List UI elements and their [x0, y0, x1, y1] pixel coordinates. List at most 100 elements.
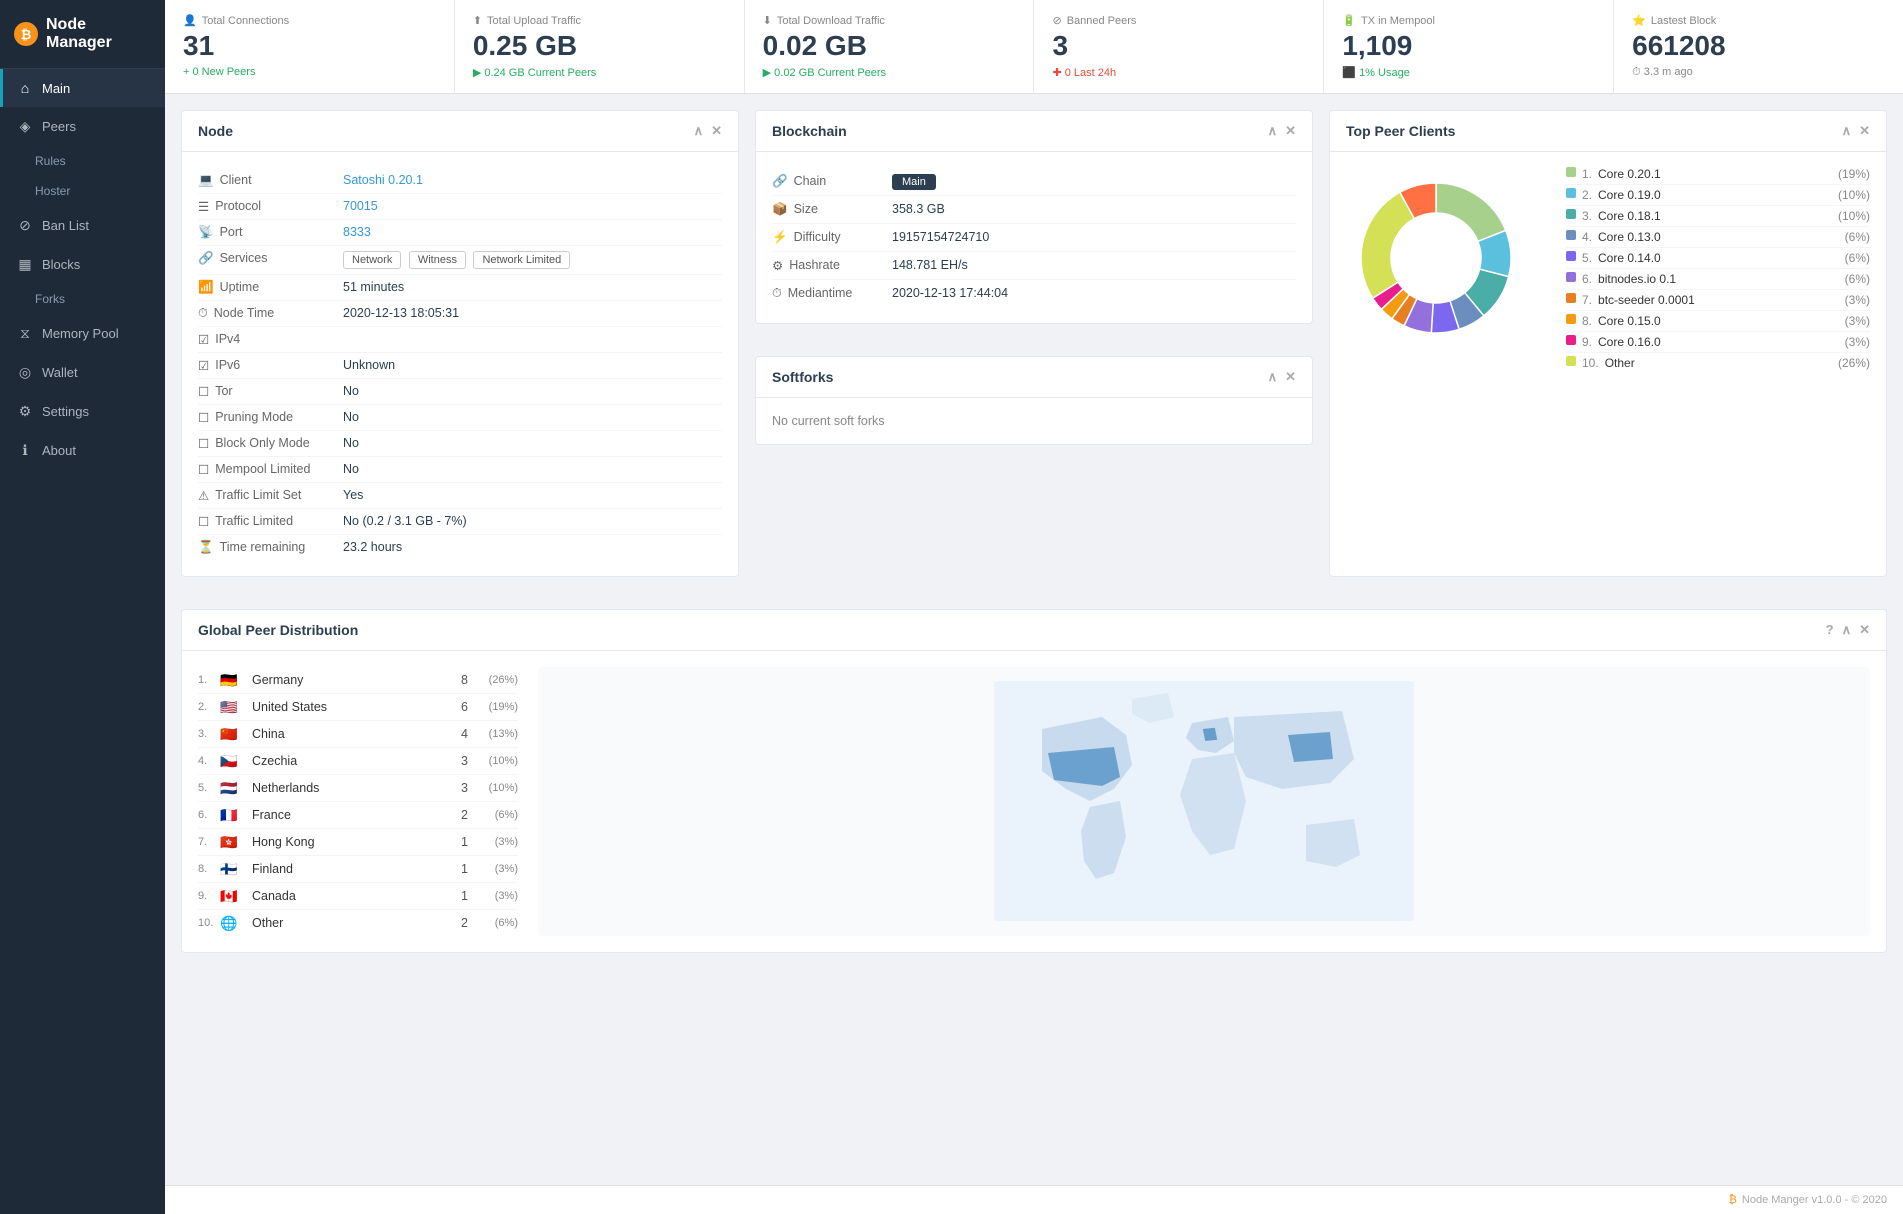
person-icon: 👤 — [183, 14, 197, 27]
node-val-pruning: No — [343, 410, 722, 424]
gpd-list-item: 3. 🇨🇳 China 4 (13%) — [198, 721, 518, 748]
bc-val-difficulty: 19157154724710 — [892, 230, 989, 245]
gpd-list-item: 7. 🇭🇰 Hong Kong 1 (3%) — [198, 829, 518, 856]
gpd-panel: Global Peer Distribution ? ∧ ✕ 1. 🇩🇪 Ger… — [181, 609, 1887, 953]
sidebar-item-hoster[interactable]: Hoster — [0, 176, 165, 206]
gpd-flag: 🌐 — [220, 915, 244, 931]
sidebar-label-hoster: Hoster — [35, 184, 70, 198]
tor-icon: ☐ — [198, 384, 209, 399]
sidebar-item-about[interactable]: ℹ About — [0, 431, 165, 470]
node-title: Node — [198, 123, 233, 139]
sidebar-label-settings: Settings — [42, 404, 89, 419]
peer-list-item: 9. Core 0.16.0 (3%) — [1566, 332, 1870, 353]
softforks-close-icon[interactable]: ✕ — [1285, 369, 1296, 385]
star-icon: ⭐ — [1632, 14, 1646, 27]
gpd-pct: (6%) — [468, 917, 518, 929]
peer-list-item: 1. Core 0.20.1 (19%) — [1566, 164, 1870, 185]
node-key-uptime: 📶 Uptime — [198, 280, 343, 295]
peer-name: Core 0.14.0 — [1598, 251, 1845, 265]
node-key-ipv4: ☑ IPv4 — [198, 332, 343, 347]
footer-icon: ₿ — [1729, 1194, 1737, 1206]
gpd-rank: 5. — [198, 782, 220, 794]
stat-banned-label: ⊘ Banned Peers — [1052, 14, 1305, 27]
bc-row-difficulty: ⚡ Difficulty 19157154724710 — [772, 224, 1296, 252]
settings-icon: ⚙ — [17, 403, 33, 420]
node-row-blockonly: ☐ Block Only Mode No — [198, 431, 722, 457]
node-row-services: 🔗 Services Network Witness Network Limit… — [198, 246, 722, 275]
softforks-collapse-icon[interactable]: ∧ — [1268, 369, 1278, 385]
gpd-flag: 🇨🇳 — [220, 726, 244, 742]
stat-upload-sub: ▶ 0.24 GB Current Peers — [473, 66, 726, 79]
sidebar-item-banlist[interactable]: ⊘ Ban List — [0, 206, 165, 245]
donut-chart — [1346, 168, 1546, 368]
badge-witness: Witness — [409, 251, 466, 269]
sidebar-item-memorypool[interactable]: ⧖ Memory Pool — [0, 314, 165, 353]
sidebar-label-about: About — [42, 443, 76, 458]
sidebar-item-main[interactable]: ⌂ Main — [0, 69, 165, 107]
gpd-flag: 🇺🇸 — [220, 699, 244, 715]
gpd-flag: 🇭🇰 — [220, 834, 244, 850]
node-val-trafficlimitset: Yes — [343, 488, 722, 502]
peer-close-icon[interactable]: ✕ — [1859, 123, 1870, 139]
stat-block: ⭐ Lastest Block 661208 ⏱ 3.3 m ago — [1614, 0, 1903, 93]
peer-rank: 9. — [1582, 335, 1592, 349]
gpd-help-icon[interactable]: ? — [1826, 622, 1834, 637]
peer-list: 1. Core 0.20.1 (19%) 2. Core 0.19.0 (10%… — [1566, 164, 1870, 373]
gpd-rank: 1. — [198, 674, 220, 686]
node-panel: Node ∧ ✕ 💻 Client Satoshi 0.20.1 — [181, 110, 739, 577]
blockchain-collapse-icon[interactable]: ∧ — [1268, 123, 1278, 139]
gpd-count: 1 — [438, 835, 468, 849]
peer-name: bitnodes.io 0.1 — [1598, 272, 1845, 286]
node-panel-header: Node ∧ ✕ — [182, 111, 738, 152]
peer-list-item: 10. Other (26%) — [1566, 353, 1870, 373]
world-map-svg — [538, 681, 1870, 921]
about-icon: ℹ — [17, 442, 33, 459]
node-val-services: Network Witness Network Limited — [343, 251, 722, 269]
node-close-icon[interactable]: ✕ — [711, 123, 722, 139]
peer-pct: (19%) — [1838, 167, 1870, 181]
peer-list-item: 6. bitnodes.io 0.1 (6%) — [1566, 269, 1870, 290]
node-key-tor: ☐ Tor — [198, 384, 343, 399]
stat-upload-value: 0.25 GB — [473, 31, 726, 62]
gpd-pct: (6%) — [468, 809, 518, 821]
bc-row-chain: 🔗 Chain Main — [772, 168, 1296, 196]
blockchain-panel: Blockchain ∧ ✕ 🔗 Chain Main — [755, 110, 1313, 324]
sidebar-item-blocks[interactable]: ▦ Blocks — [0, 245, 165, 284]
blockchain-close-icon[interactable]: ✕ — [1285, 123, 1296, 139]
sidebar-item-forks[interactable]: Forks — [0, 284, 165, 314]
peer-rank: 2. — [1582, 188, 1592, 202]
node-collapse-icon[interactable]: ∧ — [694, 123, 704, 139]
sidebar-label-banlist: Ban List — [42, 218, 89, 233]
peer-rank: 6. — [1582, 272, 1592, 286]
peer-list-item: 2. Core 0.19.0 (10%) — [1566, 185, 1870, 206]
peer-collapse-icon[interactable]: ∧ — [1842, 123, 1852, 139]
bc-val-size: 358.3 GB — [892, 202, 945, 217]
blockchain-title: Blockchain — [772, 123, 847, 139]
gpd-list-item: 9. 🇨🇦 Canada 1 (3%) — [198, 883, 518, 910]
gpd-collapse-icon[interactable]: ∧ — [1842, 622, 1852, 638]
node-val-nodetime: 2020-12-13 18:05:31 — [343, 306, 722, 320]
gpd-count: 3 — [438, 781, 468, 795]
peer-list-item: 5. Core 0.14.0 (6%) — [1566, 248, 1870, 269]
stat-connections: 👤 Total Connections 31 + 0 New Peers — [165, 0, 455, 93]
stat-banned: ⊘ Banned Peers 3 ✚ 0 Last 24h — [1034, 0, 1324, 93]
mempoollimited-icon: ☐ — [198, 462, 209, 477]
node-row-ipv6: ☑ IPv6 Unknown — [198, 353, 722, 379]
peer-name: Other — [1605, 356, 1838, 370]
gpd-close-icon[interactable]: ✕ — [1859, 622, 1870, 638]
blockchain-panel-body: 🔗 Chain Main 📦 Size 358.3 GB — [756, 152, 1312, 323]
stat-upload: ⬆ Total Upload Traffic 0.25 GB ▶ 0.24 GB… — [455, 0, 745, 93]
node-val-timeremaining: 23.2 hours — [343, 540, 722, 554]
gpd-count: 2 — [438, 916, 468, 930]
sidebar-item-wallet[interactable]: ◎ Wallet — [0, 353, 165, 392]
gpd-count: 1 — [438, 862, 468, 876]
app-logo: ₿ Node Manager — [0, 0, 165, 69]
upload-icon: ⬆ — [473, 14, 482, 27]
node-val-uptime: 51 minutes — [343, 280, 722, 294]
node-row-ipv4: ☑ IPv4 — [198, 327, 722, 353]
sidebar-item-settings[interactable]: ⚙ Settings — [0, 392, 165, 431]
sidebar-item-rules[interactable]: Rules — [0, 146, 165, 176]
nodetime-icon: ⏱ — [198, 306, 208, 321]
sidebar-item-peers[interactable]: ◈ Peers — [0, 107, 165, 146]
gpd-header: Global Peer Distribution ? ∧ ✕ — [182, 610, 1886, 651]
